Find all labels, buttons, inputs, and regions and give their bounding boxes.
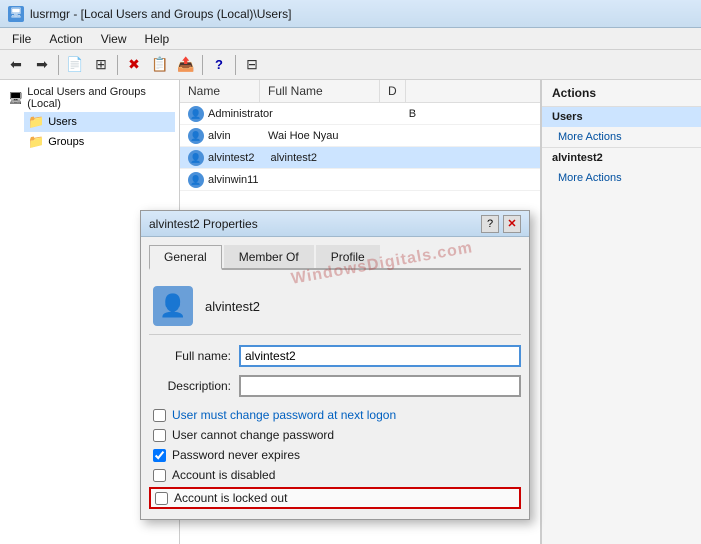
toolbar-separator-1 <box>58 55 59 75</box>
checkbox-disabled-input[interactable] <box>153 469 166 482</box>
cell-d <box>380 134 400 138</box>
user-display-name: alvintest2 <box>205 299 260 314</box>
cell-d <box>382 156 402 160</box>
col-fullname[interactable]: Full Name <box>260 80 380 102</box>
forward-button[interactable]: ➡ <box>30 53 54 77</box>
user-icon: 👤 <box>188 106 204 122</box>
delete-button[interactable]: ✖ <box>122 53 146 77</box>
computer-icon: 🖥 <box>8 91 23 105</box>
properties-dialog: alvintest2 Properties ? ✕ General Member… <box>140 210 530 520</box>
checkbox-never-expires: Password never expires <box>149 445 521 465</box>
tree-root[interactable]: 🖥 Local Users and Groups (Local) <box>4 84 175 112</box>
toolbar: ⬅ ➡ 📄 ⊞ ✖ 📋 📤 ? ⊟ <box>0 50 701 80</box>
list-item[interactable]: 👤 Administrator B <box>180 103 540 125</box>
actions-section-users: Users <box>542 107 701 127</box>
fullname-input[interactable] <box>239 345 521 367</box>
dialog-title-buttons: ? ✕ <box>481 215 521 233</box>
dialog-title: alvintest2 Properties <box>149 217 258 231</box>
user-icon: 👤 <box>188 128 204 144</box>
show-hide-button[interactable]: ⊞ <box>89 53 113 77</box>
tab-profile[interactable]: Profile <box>316 245 380 268</box>
tab-member-of[interactable]: Member Of <box>224 245 314 268</box>
menu-help[interactable]: Help <box>137 30 178 48</box>
checkbox-disabled: Account is disabled <box>149 465 521 485</box>
dialog-tabs: General Member Of Profile <box>149 245 521 270</box>
cell-name: 👤 alvinwin11 <box>180 170 267 190</box>
tree-item-users[interactable]: 📁 Users <box>24 112 175 132</box>
list-item[interactable]: 👤 alvinwin11 <box>180 169 540 191</box>
cell-name: 👤 alvintest2 <box>180 148 262 168</box>
menu-action[interactable]: Action <box>41 30 90 48</box>
cell-fullname: Wai Hoe Nyau <box>260 128 380 144</box>
checkbox-cannot-change: User cannot change password <box>149 425 521 445</box>
checkbox-never-expires-label: Password never expires <box>172 448 300 462</box>
tree-children: 📁 Users 📁 Groups <box>24 112 175 152</box>
toolbar-separator-2 <box>117 55 118 75</box>
back-button[interactable]: ⬅ <box>4 53 28 77</box>
actions-more-users[interactable]: More Actions <box>542 127 701 147</box>
cell-fullname: alvintest2 <box>262 150 382 166</box>
checkbox-disabled-label: Account is disabled <box>172 468 275 482</box>
user-icon: 👤 <box>188 172 204 188</box>
description-input[interactable] <box>239 375 521 397</box>
cell-fullname <box>267 178 387 182</box>
refresh-button[interactable]: 📤 <box>174 53 198 77</box>
menu-view[interactable]: View <box>93 30 135 48</box>
cell-d: B <box>401 106 424 122</box>
checkbox-never-expires-input[interactable] <box>153 449 166 462</box>
user-info-row: 👤 alvintest2 <box>149 278 521 335</box>
locked-out-row: Account is locked out <box>149 487 521 509</box>
window-title: lusrmgr - [Local Users and Groups (Local… <box>30 7 291 21</box>
users-folder-icon: 📁 <box>28 114 44 130</box>
cell-name: 👤 Administrator <box>180 104 281 124</box>
fullname-row: Full name: <box>149 345 521 367</box>
fullname-label: Full name: <box>149 349 239 363</box>
dialog-close-button[interactable]: ✕ <box>503 215 521 233</box>
groups-folder-icon: 📁 <box>28 134 44 150</box>
checkbox-cannot-change-label: User cannot change password <box>172 428 334 442</box>
tree-groups-label: Groups <box>48 136 84 148</box>
user-avatar: 👤 <box>153 286 193 326</box>
col-d[interactable]: D <box>380 80 406 102</box>
dialog-help-button[interactable]: ? <box>481 215 499 233</box>
view-button[interactable]: ⊟ <box>240 53 264 77</box>
app-icon: 🖥 <box>8 6 24 22</box>
properties-button[interactable]: 📋 <box>148 53 172 77</box>
toolbar-separator-4 <box>235 55 236 75</box>
up-button[interactable]: 📄 <box>63 53 87 77</box>
menu-bar: File Action View Help <box>0 28 701 50</box>
description-label: Description: <box>149 379 239 393</box>
checkbox-cannot-change-input[interactable] <box>153 429 166 442</box>
user-icon: 👤 <box>188 150 204 166</box>
actions-header: Actions <box>542 80 701 107</box>
tree-item-groups[interactable]: 📁 Groups <box>24 132 175 152</box>
col-name[interactable]: Name <box>180 80 260 102</box>
actions-section-alvintest2: alvintest2 <box>542 147 701 168</box>
checkbox-must-change-input[interactable] <box>153 409 166 422</box>
dialog-body: General Member Of Profile 👤 alvintest2 F… <box>141 237 529 519</box>
list-item[interactable]: 👤 alvintest2 alvintest2 <box>180 147 540 169</box>
tree-root-label: Local Users and Groups (Local) <box>27 86 171 110</box>
checkbox-must-change: User must change password at next logon <box>149 405 521 425</box>
list-item[interactable]: 👤 alvin Wai Hoe Nyau <box>180 125 540 147</box>
menu-file[interactable]: File <box>4 30 39 48</box>
checkbox-locked-out-input[interactable] <box>155 492 168 505</box>
cell-name: 👤 alvin <box>180 126 260 146</box>
actions-more-alvintest2[interactable]: More Actions <box>542 168 701 188</box>
toolbar-separator-3 <box>202 55 203 75</box>
help-button[interactable]: ? <box>207 53 231 77</box>
actions-panel: Actions Users More Actions alvintest2 Mo… <box>541 80 701 544</box>
dialog-title-bar: alvintest2 Properties ? ✕ <box>141 211 529 237</box>
title-bar: 🖥 lusrmgr - [Local Users and Groups (Loc… <box>0 0 701 28</box>
tree-users-label: Users <box>48 116 77 128</box>
cell-d <box>387 178 407 182</box>
tab-general[interactable]: General <box>149 245 222 270</box>
description-row: Description: <box>149 375 521 397</box>
cell-fullname <box>281 112 401 116</box>
list-header: Name Full Name D <box>180 80 540 103</box>
checkbox-locked-out-label: Account is locked out <box>174 491 287 505</box>
checkbox-must-change-label: User must change password at next logon <box>172 408 396 422</box>
